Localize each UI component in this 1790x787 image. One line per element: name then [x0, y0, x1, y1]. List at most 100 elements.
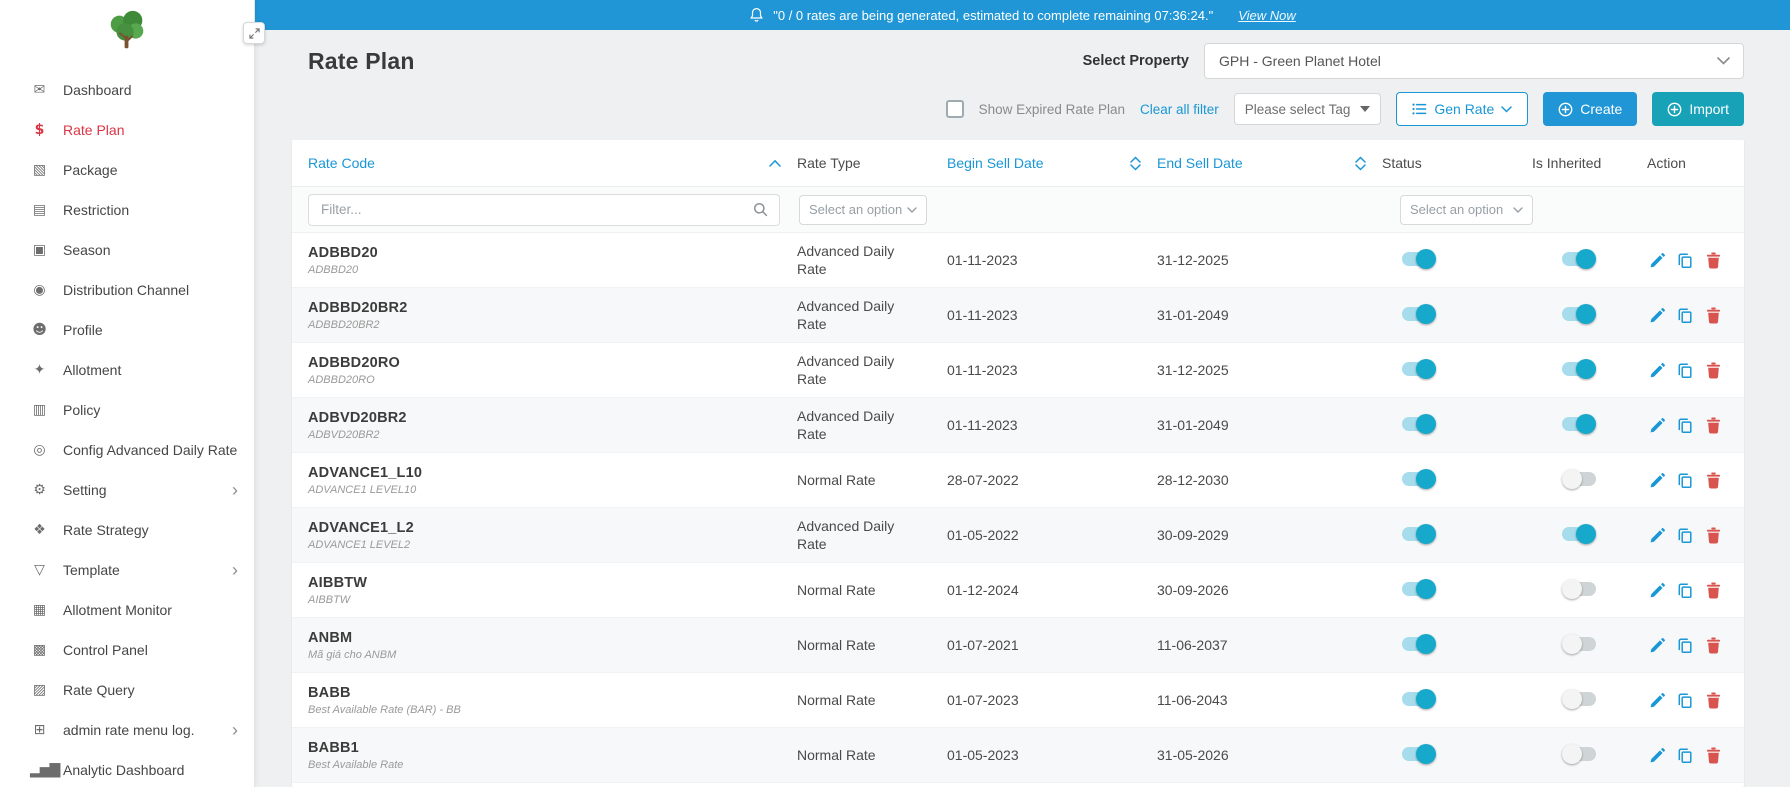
status-toggle[interactable]	[1402, 692, 1436, 706]
edit-button[interactable]	[1647, 304, 1667, 326]
edit-button[interactable]	[1647, 469, 1667, 491]
column-header-begin-sell-date[interactable]: Begin Sell Date	[947, 155, 1157, 171]
inherited-toggle[interactable]	[1562, 472, 1596, 486]
copy-button[interactable]	[1675, 469, 1695, 491]
clear-all-filter-link[interactable]: Clear all filter	[1140, 102, 1219, 117]
sidebar-item-rate-query[interactable]: ▨ Rate Query	[0, 670, 254, 710]
inherited-toggle[interactable]	[1562, 637, 1596, 651]
sidebar-item-label: Restriction	[63, 202, 129, 218]
copy-button[interactable]	[1675, 744, 1695, 766]
inherited-toggle[interactable]	[1562, 362, 1596, 376]
edit-button[interactable]	[1647, 249, 1667, 271]
status-toggle[interactable]	[1402, 307, 1436, 321]
copy-button[interactable]	[1675, 689, 1695, 711]
sidebar-item-profile[interactable]: ☻ Profile	[0, 310, 254, 350]
edit-button[interactable]	[1647, 689, 1667, 711]
column-header-end-sell-date[interactable]: End Sell Date	[1157, 155, 1382, 171]
inherited-toggle[interactable]	[1562, 307, 1596, 321]
sidebar-item-allotment[interactable]: ✦ Allotment	[0, 350, 254, 390]
delete-button[interactable]	[1703, 359, 1723, 381]
end-sell-date-cell: 11-06-2043	[1157, 692, 1382, 708]
collapse-sidebar-icon	[249, 28, 260, 39]
rate-code-filter-input[interactable]	[321, 202, 753, 217]
property-select[interactable]: GPH - Green Planet Hotel	[1204, 43, 1744, 79]
status-toggle[interactable]	[1402, 637, 1436, 651]
status-toggle[interactable]	[1402, 582, 1436, 596]
status-toggle[interactable]	[1402, 747, 1436, 761]
delete-button[interactable]	[1703, 469, 1723, 491]
status-cell	[1382, 307, 1532, 324]
sidebar-item-config-advanced-daily-rate[interactable]: ◎ Config Advanced Daily Rate	[0, 430, 254, 470]
status-filter-select[interactable]: Select an option	[1400, 195, 1533, 225]
copy-button[interactable]	[1675, 579, 1695, 601]
edit-button[interactable]	[1647, 359, 1667, 381]
inherited-toggle[interactable]	[1562, 747, 1596, 761]
sidebar-item-rate-strategy[interactable]: ❖ Rate Strategy	[0, 510, 254, 550]
sidebar-item-setting[interactable]: ⚙ Setting ›	[0, 470, 254, 510]
copy-button[interactable]	[1675, 634, 1695, 656]
delete-button[interactable]	[1703, 579, 1723, 601]
status-toggle[interactable]	[1402, 472, 1436, 486]
copy-button[interactable]	[1675, 249, 1695, 271]
delete-button[interactable]	[1703, 249, 1723, 271]
column-header-rate-code[interactable]: Rate Code	[292, 155, 797, 171]
chevron-right-icon: ›	[232, 561, 238, 579]
begin-sell-date-cell: 01-07-2021	[947, 637, 1157, 653]
copy-button[interactable]	[1675, 304, 1695, 326]
status-cell	[1382, 692, 1532, 709]
sidebar-item-season[interactable]: ▣ Season	[0, 230, 254, 270]
edit-button[interactable]	[1647, 634, 1667, 656]
sidebar-item-template[interactable]: ▽ Template ›	[0, 550, 254, 590]
delete-button[interactable]	[1703, 524, 1723, 546]
sidebar-item-allotment-monitor[interactable]: ▦ Allotment Monitor	[0, 590, 254, 630]
show-expired-checkbox[interactable]	[946, 100, 964, 118]
gen-rate-button[interactable]: Gen Rate	[1396, 92, 1528, 126]
sidebar-item-package[interactable]: ▧ Package	[0, 150, 254, 190]
rate-strategy-icon: ❖	[30, 522, 48, 538]
edit-button[interactable]	[1647, 414, 1667, 436]
status-toggle[interactable]	[1402, 362, 1436, 376]
rate-type-filter-select[interactable]: Select an option	[799, 195, 927, 225]
begin-sell-date-cell: 28-07-2022	[947, 472, 1157, 488]
sidebar-item-control-panel[interactable]: ▩ Control Panel	[0, 630, 254, 670]
trash-icon	[1706, 527, 1721, 544]
create-button[interactable]: Create	[1543, 92, 1637, 126]
sidebar-item-policy[interactable]: ▥ Policy	[0, 390, 254, 430]
edit-button[interactable]	[1647, 579, 1667, 601]
delete-button[interactable]	[1703, 744, 1723, 766]
delete-button[interactable]	[1703, 634, 1723, 656]
rate-code-cell: BABB1 Best Available Rate	[292, 740, 797, 771]
sidebar-item-rate-plan[interactable]: $ Rate Plan	[0, 110, 254, 150]
sidebar-collapse-button[interactable]	[243, 22, 265, 44]
sidebar-item-admin-rate-menu-log[interactable]: ⊞ admin rate menu log. ›	[0, 710, 254, 750]
edit-button[interactable]	[1647, 744, 1667, 766]
copy-button[interactable]	[1675, 524, 1695, 546]
sidebar-item-analytic-dashboard[interactable]: ▂▅▇ Analytic Dashboard	[0, 750, 254, 787]
inherited-toggle[interactable]	[1562, 252, 1596, 266]
sidebar-item-restriction[interactable]: ▤ Restriction	[0, 190, 254, 230]
action-cell	[1647, 469, 1744, 491]
begin-sell-date-cell: 01-11-2023	[947, 417, 1157, 433]
edit-button[interactable]	[1647, 524, 1667, 546]
delete-button[interactable]	[1703, 689, 1723, 711]
rate-code-cell: BABB Best Available Rate (BAR) - BB	[292, 685, 797, 716]
view-now-link[interactable]: View Now	[1238, 8, 1296, 23]
inherited-toggle[interactable]	[1562, 692, 1596, 706]
sidebar-item-dashboard[interactable]: ✉ Dashboard	[0, 70, 254, 110]
inherited-toggle[interactable]	[1562, 582, 1596, 596]
sidebar-item-distribution-channel[interactable]: ◉ Distribution Channel	[0, 270, 254, 310]
status-toggle[interactable]	[1402, 417, 1436, 431]
status-toggle[interactable]	[1402, 252, 1436, 266]
tag-select[interactable]: Please select Tag	[1234, 93, 1382, 125]
import-button[interactable]: Import	[1652, 92, 1744, 126]
content: Rate Plan Select Property GPH - Green Pl…	[255, 30, 1790, 787]
inherited-toggle[interactable]	[1562, 417, 1596, 431]
status-toggle[interactable]	[1402, 527, 1436, 541]
caret-down-icon	[1360, 106, 1370, 112]
copy-button[interactable]	[1675, 359, 1695, 381]
inherited-toggle[interactable]	[1562, 527, 1596, 541]
delete-button[interactable]	[1703, 304, 1723, 326]
copy-button[interactable]	[1675, 414, 1695, 436]
rate-query-icon: ▨	[30, 682, 48, 698]
delete-button[interactable]	[1703, 414, 1723, 436]
